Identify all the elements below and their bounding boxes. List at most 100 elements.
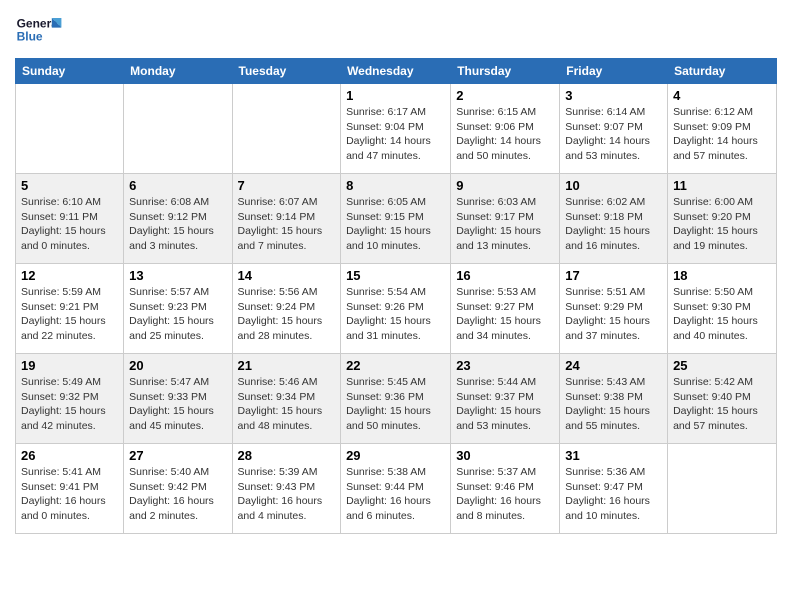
calendar-table: SundayMondayTuesdayWednesdayThursdayFrid… (15, 58, 777, 534)
calendar-cell: 4 Sunrise: 6:12 AMSunset: 9:09 PMDaylight… (668, 84, 777, 174)
weekday-header-row: SundayMondayTuesdayWednesdayThursdayFrid… (16, 59, 777, 84)
calendar-cell: 8 Sunrise: 6:05 AMSunset: 9:15 PMDaylight… (341, 174, 451, 264)
day-info: Sunrise: 6:12 AMSunset: 9:09 PMDaylight:… (673, 105, 771, 164)
day-info: Sunrise: 5:39 AMSunset: 9:43 PMDaylight:… (238, 465, 336, 524)
day-info: Sunrise: 5:56 AMSunset: 9:24 PMDaylight:… (238, 285, 336, 344)
day-info: Sunrise: 6:02 AMSunset: 9:18 PMDaylight:… (565, 195, 662, 254)
calendar-cell: 10 Sunrise: 6:02 AMSunset: 9:18 PMDayligh… (560, 174, 668, 264)
calendar-cell (124, 84, 232, 174)
day-number: 22 (346, 358, 445, 373)
day-number: 9 (456, 178, 554, 193)
calendar-cell: 3 Sunrise: 6:14 AMSunset: 9:07 PMDaylight… (560, 84, 668, 174)
day-info: Sunrise: 5:38 AMSunset: 9:44 PMDaylight:… (346, 465, 445, 524)
logo: General Blue (15, 10, 63, 50)
calendar-week-3: 12 Sunrise: 5:59 AMSunset: 9:21 PMDayligh… (16, 264, 777, 354)
calendar-cell: 5 Sunrise: 6:10 AMSunset: 9:11 PMDaylight… (16, 174, 124, 264)
weekday-header-friday: Friday (560, 59, 668, 84)
calendar-cell: 23 Sunrise: 5:44 AMSunset: 9:37 PMDayligh… (451, 354, 560, 444)
calendar-cell: 6 Sunrise: 6:08 AMSunset: 9:12 PMDaylight… (124, 174, 232, 264)
day-info: Sunrise: 5:49 AMSunset: 9:32 PMDaylight:… (21, 375, 118, 434)
day-number: 5 (21, 178, 118, 193)
day-number: 26 (21, 448, 118, 463)
day-info: Sunrise: 5:51 AMSunset: 9:29 PMDaylight:… (565, 285, 662, 344)
day-info: Sunrise: 5:40 AMSunset: 9:42 PMDaylight:… (129, 465, 226, 524)
day-number: 8 (346, 178, 445, 193)
calendar-week-1: 1Sunrise: 6:17 AMSunset: 9:04 PMDaylight… (16, 84, 777, 174)
day-number: 12 (21, 268, 118, 283)
calendar-cell: 7 Sunrise: 6:07 AMSunset: 9:14 PMDaylight… (232, 174, 341, 264)
day-number: 31 (565, 448, 662, 463)
calendar-week-4: 19 Sunrise: 5:49 AMSunset: 9:32 PMDayligh… (16, 354, 777, 444)
calendar-cell (668, 444, 777, 534)
day-info: Sunrise: 5:54 AMSunset: 9:26 PMDaylight:… (346, 285, 445, 344)
calendar-cell: 2 Sunrise: 6:15 AMSunset: 9:06 PMDaylight… (451, 84, 560, 174)
calendar-cell: 1Sunrise: 6:17 AMSunset: 9:04 PMDaylight… (341, 84, 451, 174)
calendar-cell: 19 Sunrise: 5:49 AMSunset: 9:32 PMDayligh… (16, 354, 124, 444)
calendar-cell: 15 Sunrise: 5:54 AMSunset: 9:26 PMDayligh… (341, 264, 451, 354)
calendar-cell: 25 Sunrise: 5:42 AMSunset: 9:40 PMDayligh… (668, 354, 777, 444)
day-number: 3 (565, 88, 662, 103)
day-number: 1 (346, 88, 445, 103)
weekday-header-saturday: Saturday (668, 59, 777, 84)
day-number: 20 (129, 358, 226, 373)
logo-svg: General Blue (15, 10, 63, 50)
calendar-cell: 29 Sunrise: 5:38 AMSunset: 9:44 PMDayligh… (341, 444, 451, 534)
calendar-cell: 26 Sunrise: 5:41 AMSunset: 9:41 PMDayligh… (16, 444, 124, 534)
day-number: 4 (673, 88, 771, 103)
day-info: Sunrise: 6:03 AMSunset: 9:17 PMDaylight:… (456, 195, 554, 254)
calendar-cell (16, 84, 124, 174)
day-number: 29 (346, 448, 445, 463)
calendar-cell: 13 Sunrise: 5:57 AMSunset: 9:23 PMDayligh… (124, 264, 232, 354)
day-info: Sunrise: 5:43 AMSunset: 9:38 PMDaylight:… (565, 375, 662, 434)
day-number: 13 (129, 268, 226, 283)
day-info: Sunrise: 6:14 AMSunset: 9:07 PMDaylight:… (565, 105, 662, 164)
day-number: 25 (673, 358, 771, 373)
day-number: 2 (456, 88, 554, 103)
calendar-cell: 16 Sunrise: 5:53 AMSunset: 9:27 PMDayligh… (451, 264, 560, 354)
day-number: 7 (238, 178, 336, 193)
day-info: Sunrise: 6:05 AMSunset: 9:15 PMDaylight:… (346, 195, 445, 254)
day-number: 10 (565, 178, 662, 193)
weekday-header-monday: Monday (124, 59, 232, 84)
day-info: Sunrise: 6:08 AMSunset: 9:12 PMDaylight:… (129, 195, 226, 254)
day-info: Sunrise: 5:36 AMSunset: 9:47 PMDaylight:… (565, 465, 662, 524)
day-number: 11 (673, 178, 771, 193)
calendar-cell: 9 Sunrise: 6:03 AMSunset: 9:17 PMDaylight… (451, 174, 560, 264)
day-info: Sunrise: 5:50 AMSunset: 9:30 PMDaylight:… (673, 285, 771, 344)
day-info: Sunrise: 6:07 AMSunset: 9:14 PMDaylight:… (238, 195, 336, 254)
day-number: 6 (129, 178, 226, 193)
weekday-header-thursday: Thursday (451, 59, 560, 84)
day-info: Sunrise: 5:41 AMSunset: 9:41 PMDaylight:… (21, 465, 118, 524)
day-number: 16 (456, 268, 554, 283)
day-info: Sunrise: 5:59 AMSunset: 9:21 PMDaylight:… (21, 285, 118, 344)
weekday-header-wednesday: Wednesday (341, 59, 451, 84)
day-number: 17 (565, 268, 662, 283)
calendar-cell: 27 Sunrise: 5:40 AMSunset: 9:42 PMDayligh… (124, 444, 232, 534)
day-number: 14 (238, 268, 336, 283)
day-info: Sunrise: 6:10 AMSunset: 9:11 PMDaylight:… (21, 195, 118, 254)
calendar-week-2: 5 Sunrise: 6:10 AMSunset: 9:11 PMDaylight… (16, 174, 777, 264)
calendar-cell: 30Sunrise: 5:37 AMSunset: 9:46 PMDayligh… (451, 444, 560, 534)
calendar-cell: 17 Sunrise: 5:51 AMSunset: 9:29 PMDayligh… (560, 264, 668, 354)
day-info: Sunrise: 5:46 AMSunset: 9:34 PMDaylight:… (238, 375, 336, 434)
day-info: Sunrise: 5:42 AMSunset: 9:40 PMDaylight:… (673, 375, 771, 434)
day-number: 15 (346, 268, 445, 283)
calendar-cell: 12 Sunrise: 5:59 AMSunset: 9:21 PMDayligh… (16, 264, 124, 354)
calendar-cell: 28 Sunrise: 5:39 AMSunset: 9:43 PMDayligh… (232, 444, 341, 534)
calendar-cell: 22 Sunrise: 5:45 AMSunset: 9:36 PMDayligh… (341, 354, 451, 444)
day-number: 27 (129, 448, 226, 463)
day-info: Sunrise: 5:57 AMSunset: 9:23 PMDaylight:… (129, 285, 226, 344)
day-info: Sunrise: 5:37 AMSunset: 9:46 PMDaylight:… (456, 465, 554, 524)
weekday-header-sunday: Sunday (16, 59, 124, 84)
calendar-cell: 21Sunrise: 5:46 AMSunset: 9:34 PMDayligh… (232, 354, 341, 444)
calendar-cell: 20Sunrise: 5:47 AMSunset: 9:33 PMDayligh… (124, 354, 232, 444)
day-number: 28 (238, 448, 336, 463)
day-number: 19 (21, 358, 118, 373)
day-info: Sunrise: 5:45 AMSunset: 9:36 PMDaylight:… (346, 375, 445, 434)
day-info: Sunrise: 5:53 AMSunset: 9:27 PMDaylight:… (456, 285, 554, 344)
day-number: 23 (456, 358, 554, 373)
day-number: 24 (565, 358, 662, 373)
day-info: Sunrise: 6:00 AMSunset: 9:20 PMDaylight:… (673, 195, 771, 254)
day-info: Sunrise: 5:44 AMSunset: 9:37 PMDaylight:… (456, 375, 554, 434)
day-info: Sunrise: 6:15 AMSunset: 9:06 PMDaylight:… (456, 105, 554, 164)
